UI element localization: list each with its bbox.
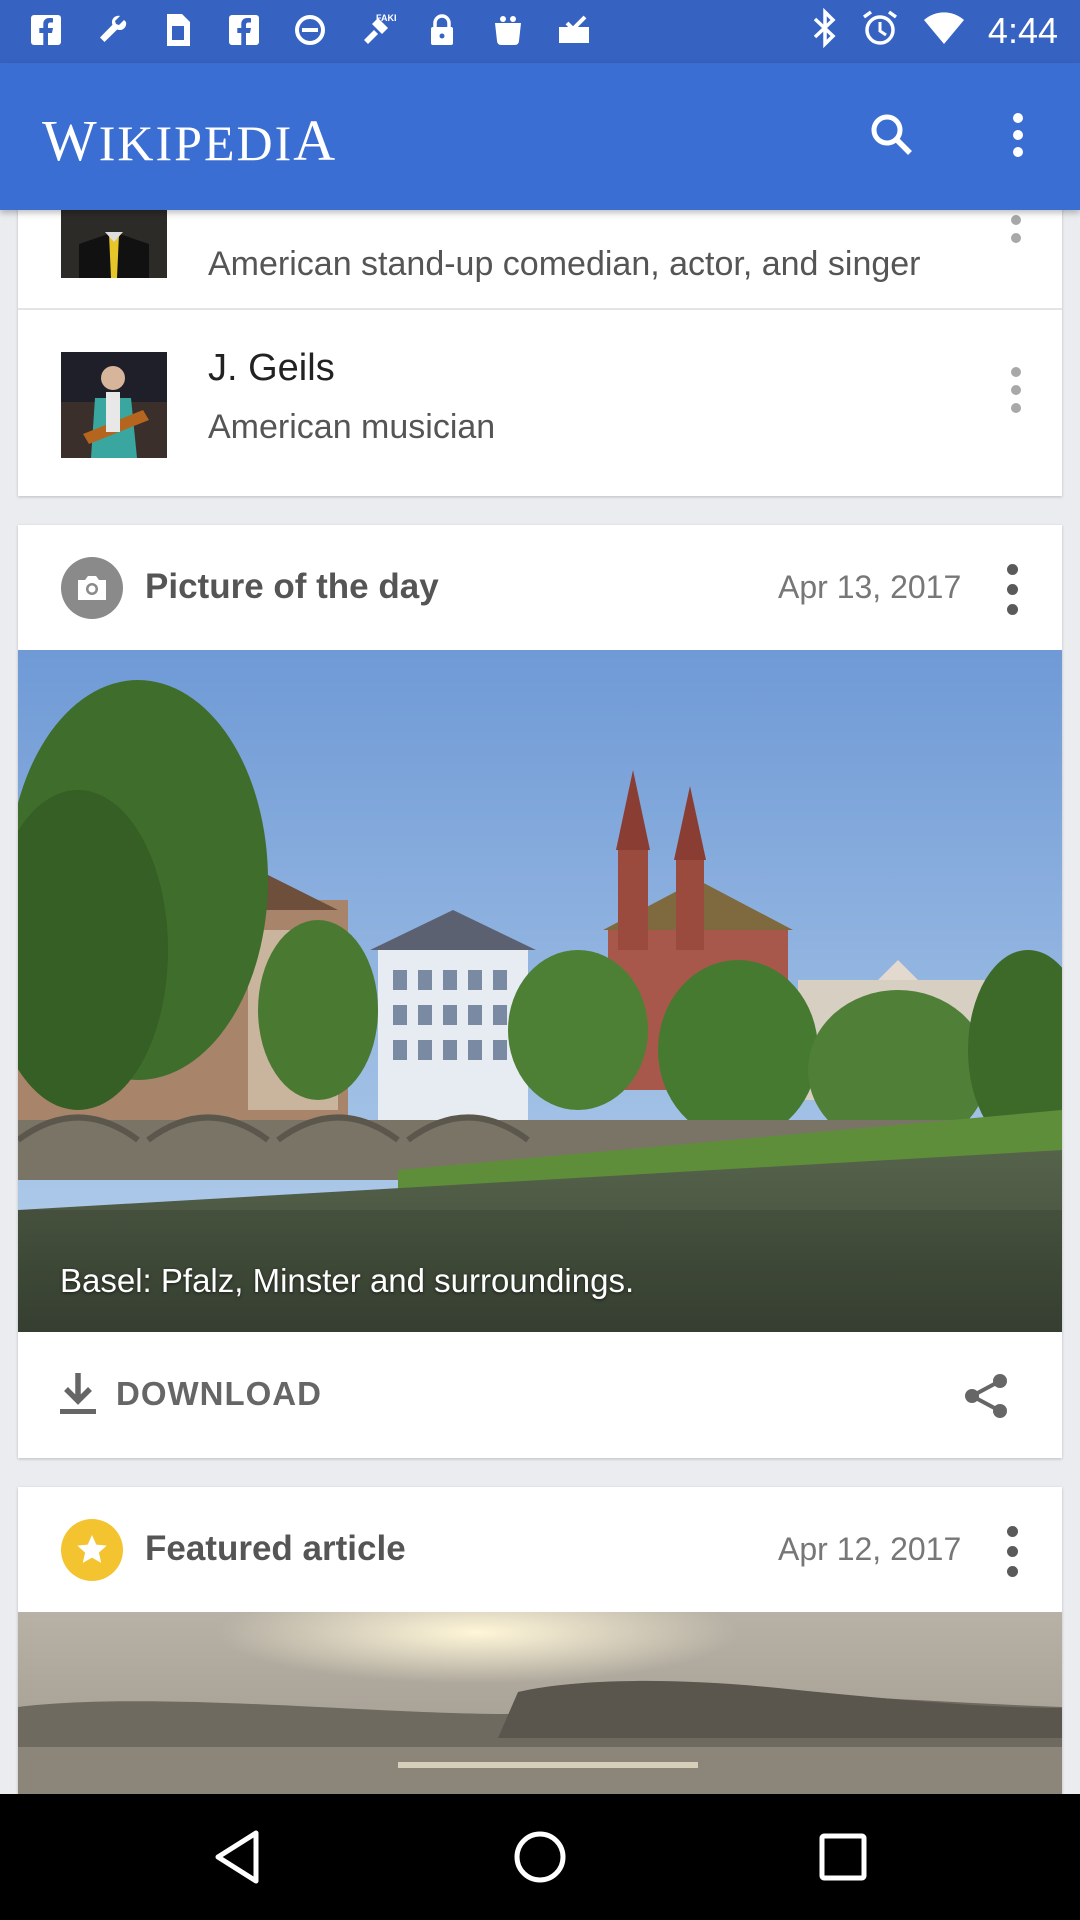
article-description: American stand-up comedian, actor, and s… bbox=[208, 245, 921, 283]
logo-last-letter: A bbox=[293, 108, 338, 173]
article-description: American musician bbox=[208, 408, 496, 446]
lock-icon bbox=[422, 10, 462, 50]
list-item[interactable]: J. Geils American musician bbox=[18, 310, 1062, 496]
svg-text:FAKE: FAKE bbox=[376, 13, 396, 23]
camera-icon bbox=[61, 557, 123, 619]
bag-icon bbox=[488, 10, 528, 50]
card-header: Picture of the day Apr 13, 2017 bbox=[18, 525, 1062, 650]
search-icon bbox=[871, 114, 912, 155]
fake-gps-icon: FAKE bbox=[356, 10, 396, 50]
dot bbox=[1006, 1565, 1018, 1577]
clock-time: 4:44 bbox=[987, 9, 1058, 51]
article-thumbnail bbox=[61, 210, 167, 278]
dot bbox=[1011, 403, 1021, 413]
star-icon bbox=[61, 1519, 123, 1581]
dot bbox=[1006, 563, 1018, 575]
bluetooth-icon bbox=[812, 7, 838, 53]
dot bbox=[1011, 367, 1021, 377]
dot bbox=[1006, 583, 1018, 595]
card-overflow-button[interactable] bbox=[1000, 1521, 1024, 1581]
system-nav-bar bbox=[0, 1794, 1080, 1920]
card-date: Apr 13, 2017 bbox=[778, 569, 962, 605]
more-vert-icon bbox=[1013, 113, 1023, 157]
card-title: Picture of the day bbox=[145, 567, 439, 606]
wrench-icon bbox=[92, 10, 132, 50]
article-title: J. Geils bbox=[208, 347, 335, 389]
back-button[interactable] bbox=[207, 1827, 267, 1887]
wifi-icon bbox=[922, 10, 966, 51]
top-read-card: American stand-up comedian, actor, and s… bbox=[18, 210, 1062, 496]
card-title: Featured article bbox=[145, 1529, 406, 1568]
download-icon bbox=[60, 1373, 96, 1414]
block-icon bbox=[290, 10, 330, 50]
dot bbox=[1006, 1525, 1018, 1537]
home-button[interactable] bbox=[510, 1827, 570, 1887]
status-bar: FAKE 4:44 bbox=[0, 0, 1080, 63]
back-icon bbox=[215, 1830, 259, 1884]
alarm-icon bbox=[860, 8, 900, 53]
inbox-check-icon bbox=[554, 10, 594, 50]
share-icon bbox=[965, 1374, 1007, 1418]
feed: American stand-up comedian, actor, and s… bbox=[0, 210, 1080, 1794]
article-thumbnail bbox=[61, 352, 167, 458]
dot bbox=[1011, 215, 1021, 225]
card-date: Apr 12, 2017 bbox=[778, 1531, 962, 1567]
featured-article-image[interactable] bbox=[18, 1612, 1062, 1794]
item-overflow-button[interactable] bbox=[1006, 210, 1026, 250]
home-icon bbox=[514, 1831, 566, 1883]
share-button[interactable] bbox=[958, 1368, 1014, 1424]
download-button[interactable]: DOWNLOAD bbox=[58, 1368, 322, 1420]
logo-first-letter: W bbox=[42, 108, 99, 173]
picture-of-the-day-card: Picture of the day Apr 13, 2017 Basel: P… bbox=[18, 525, 1062, 1458]
picture-of-the-day-image[interactable]: Basel: Pfalz, Minster and surroundings. bbox=[18, 650, 1062, 1332]
list-item[interactable]: American stand-up comedian, actor, and s… bbox=[18, 210, 1062, 308]
search-button[interactable] bbox=[860, 103, 924, 167]
picture-caption: Basel: Pfalz, Minster and surroundings. bbox=[60, 1262, 635, 1299]
featured-article-card: Featured article Apr 12, 2017 bbox=[18, 1487, 1062, 1794]
dot bbox=[1011, 385, 1021, 395]
facebook-icon bbox=[224, 10, 264, 50]
sim-icon bbox=[158, 10, 198, 50]
recents-button[interactable] bbox=[813, 1827, 873, 1887]
card-footer: DOWNLOAD bbox=[18, 1332, 1062, 1458]
card-header: Featured article Apr 12, 2017 bbox=[18, 1487, 1062, 1612]
app-bar: WIKIPEDIA bbox=[0, 63, 1080, 210]
dot bbox=[1006, 1545, 1018, 1557]
card-overflow-button[interactable] bbox=[1000, 559, 1024, 619]
download-label: DOWNLOAD bbox=[116, 1375, 322, 1412]
overflow-menu-button[interactable] bbox=[1000, 103, 1036, 167]
logo-middle: IKIPEDI bbox=[98, 115, 294, 171]
dot bbox=[1011, 233, 1021, 243]
facebook-icon bbox=[26, 10, 66, 50]
dot bbox=[1006, 603, 1018, 615]
wikipedia-logo: WIKIPEDIA bbox=[42, 107, 337, 174]
item-overflow-button[interactable] bbox=[1006, 360, 1026, 420]
recents-icon bbox=[819, 1833, 867, 1881]
